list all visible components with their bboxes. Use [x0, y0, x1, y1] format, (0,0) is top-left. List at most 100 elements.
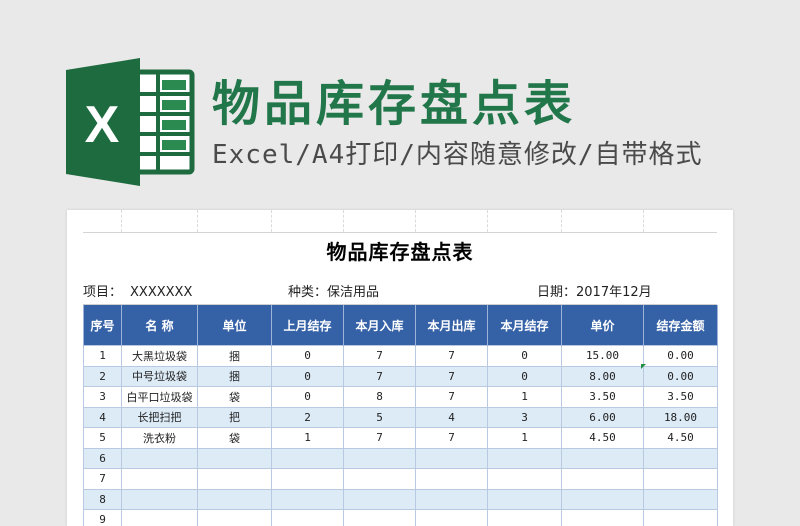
table-cell[interactable] — [561, 468, 644, 490]
table-cell[interactable] — [343, 447, 416, 469]
table-cell[interactable]: 4.50 — [561, 427, 644, 449]
excel-logo-icon: X — [66, 58, 195, 186]
table-cell[interactable] — [561, 509, 644, 526]
table-cell[interactable]: 1 — [487, 427, 562, 449]
table-cell[interactable]: 0.00 — [643, 365, 718, 387]
table-cell[interactable]: 0 — [271, 386, 344, 408]
col-header-unit[interactable]: 单位 — [197, 305, 272, 346]
table-cell[interactable] — [643, 488, 718, 510]
table-cell[interactable]: 把 — [197, 406, 272, 428]
table-cell[interactable]: 7 — [343, 365, 416, 387]
project-label: 项目： — [83, 285, 123, 300]
table-cell[interactable] — [487, 468, 562, 490]
table-cell[interactable]: 6.00 — [561, 406, 644, 428]
table-cell[interactable] — [343, 509, 416, 526]
table-row: 7 — [83, 468, 718, 490]
table-cell[interactable] — [197, 509, 272, 526]
table-cell[interactable]: 4 — [83, 406, 122, 428]
table-cell[interactable]: 中号垃圾袋 — [121, 365, 198, 387]
table-cell[interactable]: 2 — [271, 406, 344, 428]
table-cell[interactable] — [121, 468, 198, 490]
table-cell[interactable]: 4.50 — [643, 427, 718, 449]
table-cell[interactable]: 0 — [271, 365, 344, 387]
table-cell[interactable]: 18.00 — [643, 406, 718, 428]
table-cell[interactable] — [271, 488, 344, 510]
table-cell[interactable]: 3.50 — [643, 386, 718, 408]
table-cell[interactable] — [121, 488, 198, 510]
col-header-amount[interactable]: 结存金额 — [643, 305, 718, 346]
table-cell[interactable]: 1 — [487, 386, 562, 408]
table-cell[interactable]: 2 — [83, 365, 122, 387]
table-cell[interactable]: 袋 — [197, 386, 272, 408]
category-value: 保洁用品 — [327, 285, 380, 300]
table-cell[interactable]: 袋 — [197, 427, 272, 449]
table-cell[interactable] — [487, 509, 562, 526]
table-cell[interactable] — [487, 488, 562, 510]
inventory-table: 序号 名 称 单位 上月结存 本月入库 本月出库 本月结存 单价 结存金额 1大… — [83, 305, 718, 526]
table-cell[interactable]: 8.00 — [561, 365, 644, 387]
table-cell[interactable]: 大黑垃圾袋 — [121, 345, 198, 367]
table-cell[interactable]: 3 — [83, 386, 122, 408]
col-header-name[interactable]: 名 称 — [121, 305, 198, 346]
table-cell[interactable]: 8 — [83, 488, 122, 510]
table-cell[interactable] — [343, 468, 416, 490]
table-cell[interactable]: 捆 — [197, 345, 272, 367]
table-cell[interactable]: 1 — [271, 427, 344, 449]
table-cell[interactable]: 7 — [83, 468, 122, 490]
table-cell[interactable]: 5 — [343, 406, 416, 428]
sheet-title: 物品库存盘点表 — [326, 240, 474, 264]
table-cell[interactable]: 9 — [83, 509, 122, 526]
table-cell[interactable]: 1 — [83, 345, 122, 367]
table-cell[interactable]: 3.50 — [561, 386, 644, 408]
table-cell[interactable]: 8 — [343, 386, 416, 408]
table-cell[interactable]: 0 — [271, 345, 344, 367]
col-header-in[interactable]: 本月入库 — [343, 305, 416, 346]
table-cell[interactable] — [643, 447, 718, 469]
col-header-last-month[interactable]: 上月结存 — [271, 305, 344, 346]
col-header-balance[interactable]: 本月结存 — [487, 305, 562, 346]
table-cell[interactable] — [643, 509, 718, 526]
table-cell[interactable]: 白平口垃圾袋 — [121, 386, 198, 408]
table-cell[interactable] — [643, 468, 718, 490]
table-cell[interactable]: 7 — [415, 345, 488, 367]
table-cell[interactable] — [415, 468, 488, 490]
project-value: XXXXXXX — [130, 285, 193, 300]
col-header-price[interactable]: 单价 — [561, 305, 644, 346]
table-cell[interactable] — [197, 468, 272, 490]
table-cell[interactable] — [415, 509, 488, 526]
table-cell[interactable]: 5 — [83, 427, 122, 449]
table-cell[interactable] — [343, 488, 416, 510]
table-cell[interactable]: 7 — [343, 345, 416, 367]
table-cell[interactable] — [415, 447, 488, 469]
table-cell[interactable]: 0 — [487, 365, 562, 387]
col-header-index[interactable]: 序号 — [83, 305, 122, 346]
table-cell[interactable] — [487, 447, 562, 469]
table-cell[interactable] — [197, 447, 272, 469]
table-cell[interactable]: 捆 — [197, 365, 272, 387]
table-cell[interactable]: 7 — [415, 427, 488, 449]
table-cell[interactable]: 3 — [487, 406, 562, 428]
table-cell[interactable] — [271, 468, 344, 490]
table-cell[interactable]: 0.00 — [643, 345, 718, 367]
table-cell[interactable]: 0 — [487, 345, 562, 367]
col-header-out[interactable]: 本月出库 — [415, 305, 488, 346]
table-cell[interactable] — [561, 447, 644, 469]
table-cell[interactable]: 7 — [415, 386, 488, 408]
table-cell[interactable] — [561, 488, 644, 510]
table-cell[interactable] — [121, 447, 198, 469]
banner-subtitle: Excel/A4打印/内容随意修改/自带格式 — [212, 140, 703, 170]
table-cell[interactable] — [271, 447, 344, 469]
table-cell[interactable]: 7 — [415, 365, 488, 387]
table-row: 3 白平口垃圾袋袋 0 8 7 1 3.50 3.50 — [83, 386, 718, 408]
table-cell[interactable]: 洗衣粉 — [121, 427, 198, 449]
table-cell[interactable]: 6 — [83, 447, 122, 469]
table-cell[interactable] — [271, 509, 344, 526]
table-cell[interactable] — [197, 488, 272, 510]
table-cell[interactable]: 15.00 — [561, 345, 644, 367]
table-cell[interactable] — [121, 509, 198, 526]
table-cell[interactable] — [415, 488, 488, 510]
sheet-preview: 物品库存盘点表 项目： XXXXXXX 种类：保洁用品 日期：2017年12月 序… — [67, 210, 733, 526]
table-cell[interactable]: 4 — [415, 406, 488, 428]
table-cell[interactable]: 长把扫把 — [121, 406, 198, 428]
table-cell[interactable]: 7 — [343, 427, 416, 449]
